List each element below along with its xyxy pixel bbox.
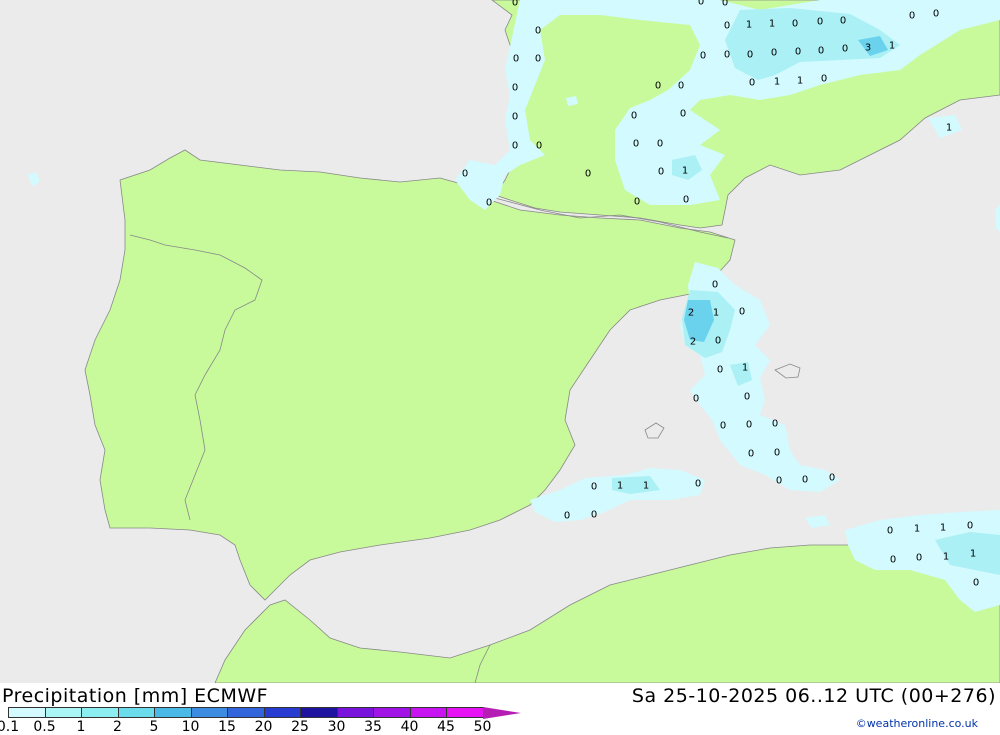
precip-value: 0 — [724, 50, 730, 61]
precip-value: 1 — [914, 524, 920, 535]
precip-value: 0 — [712, 280, 718, 291]
precip-value: 0 — [724, 21, 730, 32]
precip-value: 0 — [739, 307, 745, 318]
precip-value: 0 — [512, 83, 518, 94]
legend-swatch — [154, 707, 192, 718]
precip-value: 0 — [535, 26, 541, 37]
precip-value: 1 — [889, 41, 895, 52]
precip-value: 0 — [486, 198, 492, 209]
precip-value: 1 — [617, 481, 623, 492]
precip-value: 0 — [512, 0, 518, 9]
precip-value: 0 — [715, 336, 721, 347]
legend-swatch — [44, 707, 82, 718]
precip-value: 0 — [698, 0, 704, 8]
precip-value: 1 — [946, 123, 952, 134]
legend-swatch — [373, 707, 411, 718]
precip-value: 0 — [771, 48, 777, 59]
precip-value: 0 — [747, 50, 753, 61]
precip-value: 0 — [842, 44, 848, 55]
precip-value: 0 — [772, 419, 778, 430]
precip-value: 0 — [829, 473, 835, 484]
precip-value: 0 — [774, 448, 780, 459]
legend-swatch — [409, 707, 447, 718]
legend-swatch — [300, 707, 338, 718]
precip-value: 0 — [695, 479, 701, 490]
precip-value: 1 — [774, 77, 780, 88]
credit-link[interactable]: ©weatheronline.co.uk — [856, 717, 978, 730]
precip-value: 0 — [967, 521, 973, 532]
precip-value: 1 — [643, 481, 649, 492]
precip-value: 0 — [722, 0, 728, 9]
precip-value: 0 — [909, 11, 915, 22]
precip-value: 2 — [688, 308, 694, 319]
legend-swatch — [227, 707, 265, 718]
legend-swatch — [446, 707, 484, 718]
precip-value: 0 — [536, 141, 542, 152]
precip-value: 0 — [512, 141, 518, 152]
precip-value: 0 — [634, 197, 640, 208]
precip-value: 0 — [693, 394, 699, 405]
precip-value: 0 — [700, 51, 706, 62]
legend-swatch — [117, 707, 155, 718]
precip-value: 0 — [746, 420, 752, 431]
precip-value: 0 — [631, 111, 637, 122]
precip-value: 0 — [657, 139, 663, 150]
precip-value: 1 — [746, 20, 752, 31]
precip-value: 3 — [865, 43, 871, 54]
precip-value: 0 — [717, 365, 723, 376]
precip-value: 0 — [462, 169, 468, 180]
precip-value: 1 — [797, 76, 803, 87]
precip-value: 0 — [744, 392, 750, 403]
precip-value: 0 — [720, 421, 726, 432]
legend-swatch — [8, 707, 46, 718]
legend-swatch — [81, 707, 119, 718]
precip-value: 1 — [742, 363, 748, 374]
precip-value: 1 — [940, 523, 946, 534]
precip-value: 0 — [680, 109, 686, 120]
precip-value: 0 — [585, 169, 591, 180]
legend-swatch — [190, 707, 228, 718]
precip-value: 0 — [564, 511, 570, 522]
precip-value: 0 — [513, 54, 519, 65]
precip-value: 1 — [682, 166, 688, 177]
precip-value: 2 — [690, 337, 696, 348]
precip-value: 0 — [749, 78, 755, 89]
precip-value: 0 — [512, 112, 518, 123]
precip-value: 0 — [933, 9, 939, 20]
precip-value: 1 — [713, 308, 719, 319]
forecast-datetime: Sa 25-10-2025 06..12 UTC (00+276) — [631, 685, 996, 707]
precip-value: 1 — [769, 19, 775, 30]
precip-value: 0 — [973, 578, 979, 589]
precipitation-map: 0 0 0 0 1 1 0 0 0 0 0 0 0 0 0 0 0 0 0 0 0 3 1 0 0 0 0 1 1 0 0 0 0 1 0 0 0 0 0 0… — [0, 0, 1000, 683]
precip-value: 0 — [821, 74, 827, 85]
precip-value: 0 — [591, 510, 597, 521]
precip-value: 1 — [943, 552, 949, 563]
precip-value: 0 — [678, 81, 684, 92]
legend-swatch — [336, 707, 374, 718]
legend-arrow-icon — [482, 707, 521, 719]
precip-value: 0 — [817, 17, 823, 28]
precip-value: 0 — [748, 449, 754, 460]
precip-value: 0 — [890, 555, 896, 566]
legend-swatch — [263, 707, 301, 718]
precip-value: 0 — [655, 81, 661, 92]
precip-value: 0 — [840, 16, 846, 27]
precip-value: 0 — [658, 167, 664, 178]
precip-value: 0 — [818, 46, 824, 57]
precip-value: 0 — [776, 476, 782, 487]
precip-value: 0 — [916, 553, 922, 564]
map-footer: Precipitation [mm] ECMWF Sa 25-10-2025 0… — [0, 683, 1000, 735]
precip-value: 0 — [802, 475, 808, 486]
precip-value: 0 — [535, 54, 541, 65]
precip-value: 0 — [591, 482, 597, 493]
map-title: Precipitation [mm] ECMWF — [2, 685, 269, 707]
precip-value: 0 — [633, 139, 639, 150]
precip-value: 1 — [970, 549, 976, 560]
precip-value: 0 — [792, 19, 798, 30]
precip-value: 0 — [887, 526, 893, 537]
precip-value: 0 — [795, 47, 801, 58]
precip-value: 0 — [683, 195, 689, 206]
